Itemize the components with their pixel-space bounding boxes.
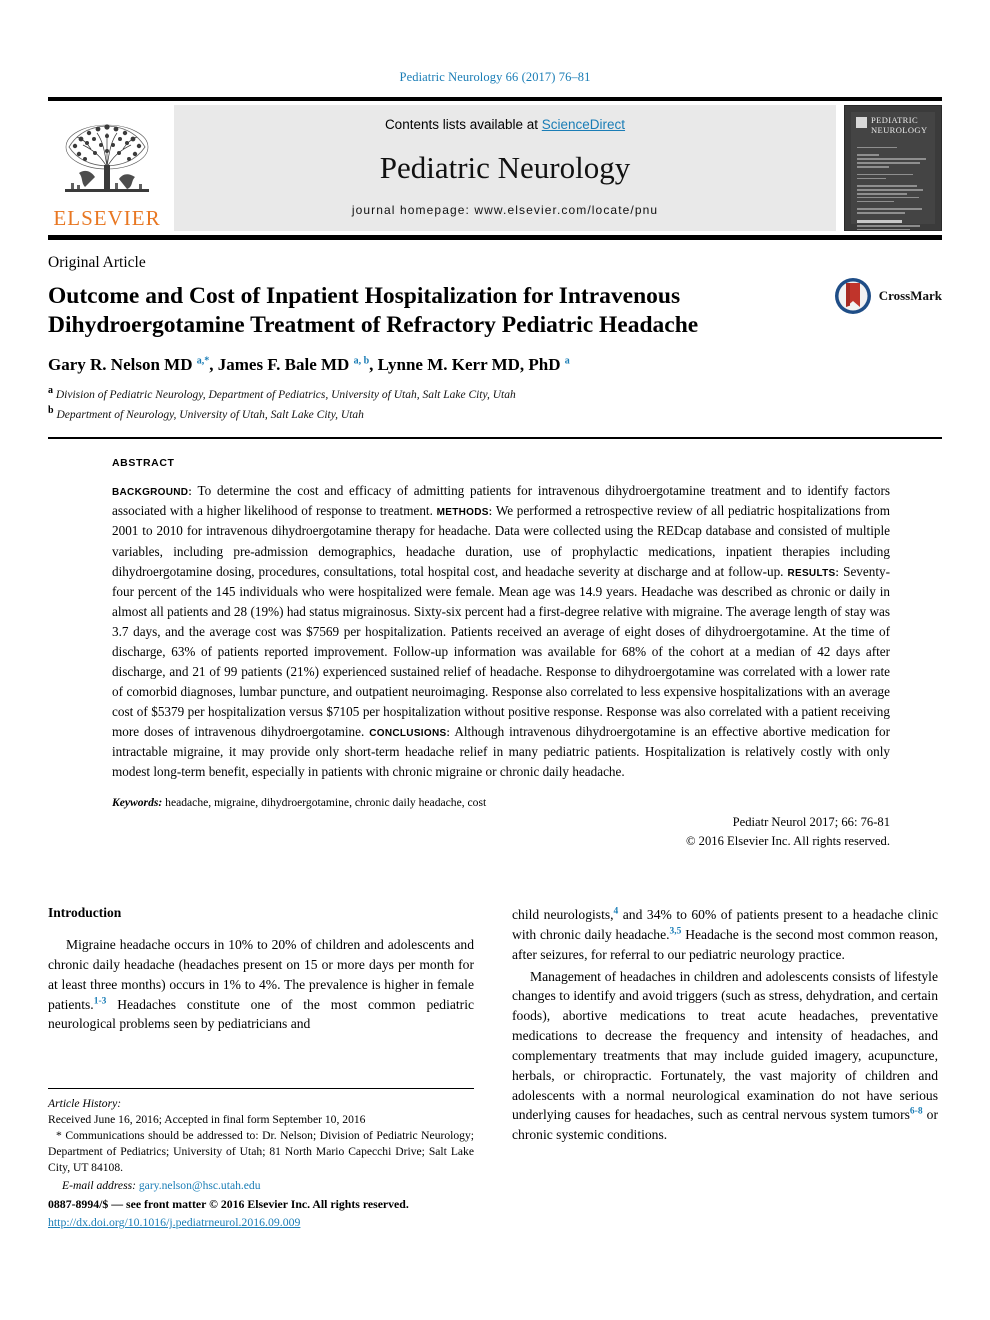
right-column: child neurologists,4 and 34% to 60% of p… (512, 905, 938, 1147)
cover-title-line-2: NEUROLOGY (871, 124, 928, 135)
cover-inner: PEDIATRIC NEUROLOGY (851, 112, 935, 230)
abstract-body: BACKGROUND: To determine the cost and ef… (112, 481, 890, 782)
intro-paragraph-right-continued: child neurologists,4 and 34% to 60% of p… (512, 906, 938, 962)
article-history-label: Article History: (48, 1097, 122, 1110)
affiliation-b: b Department of Neurology, University of… (48, 404, 364, 421)
article-title: Outcome and Cost of Inpatient Hospitaliz… (48, 283, 699, 338)
email-link[interactable]: gary.nelson@hsc.utah.edu (139, 1179, 261, 1192)
affiliation-b-text: Department of Neurology, University of U… (56, 408, 364, 421)
abstract-section-head-0: BACKGROUND: (112, 487, 192, 499)
abstract-section-text-2: Seventy-four percent of the 145 individu… (112, 563, 890, 740)
journal-title: Pediatric Neurology (379, 150, 631, 185)
keywords-line: Keywords: headache, migraine, dihydroerg… (112, 796, 890, 809)
keywords-value: headache, migraine, dihydroergotamine, c… (162, 796, 487, 810)
correspondence-note: * Communications should be addressed to:… (48, 1128, 474, 1174)
footnote-block: Article History: Received June 16, 2016;… (48, 1088, 474, 1192)
affiliation-a: a Division of Pediatric Neurology, Depar… (48, 385, 516, 402)
elsevier-wordmark: ELSEVIER (53, 206, 161, 230)
contents-lists-line: Contents lists available at ScienceDirec… (385, 117, 625, 132)
article-history-value: Received June 16, 2016; Accepted in fina… (48, 1112, 366, 1126)
author-list: Gary R. Nelson MD a,*, James F. Bale MD … (48, 355, 570, 375)
header-divider (48, 437, 942, 440)
masthead-center-band: Contents lists available at ScienceDirec… (174, 105, 836, 231)
cover-placeholder-lines (851, 135, 935, 230)
running-head: Pediatric Neurology 66 (2017) 76–81 (399, 70, 591, 84)
abstract-label: ABSTRACT (112, 457, 175, 470)
abstract-section-head-2: RESULTS: (787, 567, 840, 579)
journal-masthead: ELSEVIER Contents lists available at Sci… (48, 97, 942, 240)
article-type: Original Article (48, 254, 146, 271)
cover-journal-title: PEDIATRIC NEUROLOGY (871, 115, 928, 135)
crossmark-label: CrossMark (878, 288, 942, 303)
citation-block: Pediatr Neurol 2017; 66: 76-81 © 2016 El… (112, 813, 890, 851)
crossmark-badge[interactable]: CrossMark (833, 276, 942, 316)
email-label: E-mail address: (62, 1178, 136, 1192)
abstract-section: ABSTRACT BACKGROUND: To determine the co… (112, 457, 890, 851)
affiliation-a-text: Division of Pediatric Neurology, Departm… (55, 389, 516, 402)
cover-brand-row: PEDIATRIC NEUROLOGY (851, 112, 935, 135)
citation-line: Pediatr Neurol 2017; 66: 76-81 (732, 815, 890, 830)
contents-prefix: Contents lists available at (384, 117, 542, 132)
article-header: CrossMark Original Article Outcome and C… (48, 254, 942, 423)
issn-line: 0887-8994/$ — see front matter © 2016 El… (48, 1197, 409, 1211)
issn-footer: 0887-8994/$ — see front matter © 2016 El… (48, 1196, 488, 1231)
abstract-section-head-1: METHODS: (436, 507, 493, 519)
keywords-label: Keywords: (112, 796, 163, 810)
elsevier-logo: ELSEVIER (48, 105, 166, 231)
elsevier-tree-icon (65, 124, 149, 192)
cover-emblem-icon (856, 117, 867, 128)
abstract-section-head-3: CONCLUSIONS: (369, 728, 451, 740)
journal-cover-thumbnail: PEDIATRIC NEUROLOGY (844, 105, 942, 231)
journal-homepage-line[interactable]: journal homepage: www.elsevier.com/locat… (352, 203, 658, 217)
section-heading-introduction: Introduction (48, 905, 122, 920)
sciencedirect-link[interactable]: ScienceDirect (542, 117, 625, 132)
crossmark-icon (834, 278, 871, 314)
management-paragraph: Management of headaches in children and … (512, 968, 938, 1143)
email-note: E-mail address: gary.nelson@hsc.utah.edu (48, 1179, 474, 1192)
copyright-line: © 2016 Elsevier Inc. All rights reserved… (685, 834, 890, 849)
intro-paragraph-left: Migraine headache occurs in 10% to 20% o… (48, 937, 474, 1032)
doi-link[interactable]: http://dx.doi.org/10.1016/j.pediatrneuro… (48, 1215, 300, 1229)
